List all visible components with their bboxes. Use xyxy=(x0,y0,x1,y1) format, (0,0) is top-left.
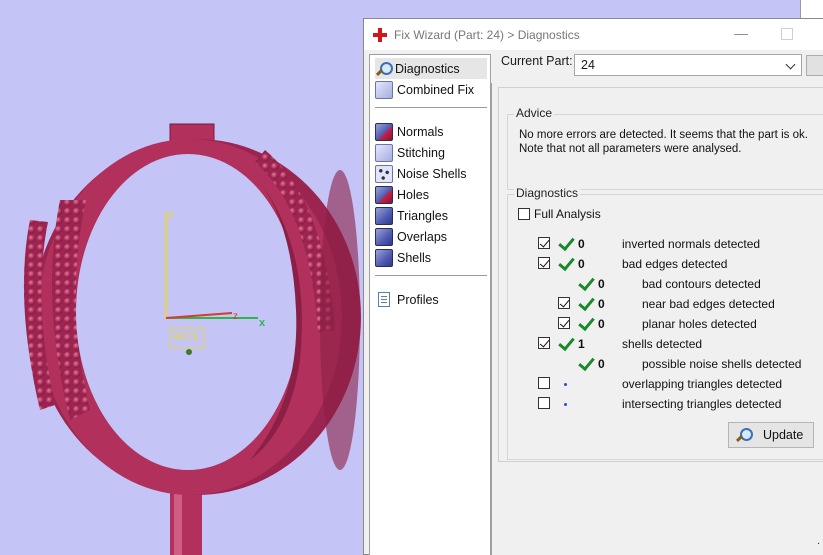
wizard-nav-panel: Diagnostics Combined Fix Normals Stitchi… xyxy=(369,54,491,555)
app-cross-icon xyxy=(373,27,387,42)
near-bad-edges-label: near bad edges detected xyxy=(642,297,775,311)
check-ok-icon xyxy=(576,316,594,332)
cube-light-icon xyxy=(375,80,393,99)
advice-title: Advice xyxy=(514,106,555,120)
shells-label: shells detected xyxy=(622,337,703,351)
magnifier-icon xyxy=(735,427,753,443)
nav-item-noise-shells[interactable]: Noise Shells xyxy=(375,163,487,184)
pending-dot-icon xyxy=(564,403,567,406)
nav-label: Diagnostics xyxy=(395,61,460,76)
check-ok-icon xyxy=(556,336,574,352)
nav-separator xyxy=(375,275,487,276)
advice-line: Note that not all parameters were analys… xyxy=(519,143,742,155)
bad-contours-label: bad contours detected xyxy=(642,277,761,291)
planar-holes-checkbox[interactable] xyxy=(558,317,570,329)
magnifier-icon xyxy=(375,61,393,77)
pending-dot-icon xyxy=(564,383,567,386)
check-ok-icon xyxy=(576,276,594,292)
nav-label: Shells xyxy=(397,250,432,265)
z-axis-label: z xyxy=(233,311,238,322)
nav-item-stitching[interactable]: Stitching xyxy=(375,142,487,163)
inverted-normals-label: inverted normals detected xyxy=(622,237,761,251)
nav-item-normals[interactable]: Normals xyxy=(375,121,487,142)
full-analysis-label: Full Analysis xyxy=(534,207,601,221)
nav-item-shells[interactable]: Shells xyxy=(375,247,487,268)
nav-label: Triangles xyxy=(397,208,448,223)
check-ok-icon xyxy=(556,256,574,272)
current-part-label: Current Part: xyxy=(501,54,573,68)
cube-icon xyxy=(375,143,393,162)
y-axis-label: y xyxy=(168,208,174,220)
bad-edges-label: bad edges detected xyxy=(622,257,728,271)
title-bar[interactable]: Fix Wizard (Part: 24) > Diagnostics — xyxy=(364,19,823,50)
cube-red-icon xyxy=(375,185,393,204)
cube-icon xyxy=(375,248,393,267)
nav-item-overlaps[interactable]: Overlaps xyxy=(375,226,487,247)
nav-item-combined-fix[interactable]: Combined Fix xyxy=(375,79,487,100)
planar-holes-count: 0 xyxy=(598,317,605,331)
noise-shells-label: possible noise shells detected xyxy=(642,357,802,371)
part-options-button[interactable] xyxy=(806,55,823,76)
advice-line: No more errors are detected. It seems th… xyxy=(519,129,808,141)
full-analysis-checkbox[interactable] xyxy=(518,208,530,220)
inverted-normals-count: 0 xyxy=(578,237,585,251)
inverted-normals-checkbox[interactable] xyxy=(538,237,550,249)
intersecting-triangles-checkbox[interactable] xyxy=(538,397,550,409)
x-axis-label: x xyxy=(259,317,266,329)
diagnostics-title: Diagnostics xyxy=(514,186,581,200)
update-button[interactable]: Update xyxy=(728,422,814,448)
edge-glyph: . xyxy=(817,535,821,547)
noise-shells-count: 0 xyxy=(598,357,605,371)
planar-holes-label: planar holes detected xyxy=(642,317,757,331)
dots-cube-icon xyxy=(375,164,393,183)
near-bad-edges-count: 0 xyxy=(598,297,605,311)
nav-item-triangles[interactable]: Triangles xyxy=(375,205,487,226)
nav-item-diagnostics[interactable]: Diagnostics xyxy=(375,58,487,79)
wcs-label: WCS xyxy=(173,331,199,343)
bad-edges-count: 0 xyxy=(578,257,585,271)
nav-label: Holes xyxy=(397,187,429,202)
check-ok-icon xyxy=(576,296,594,312)
check-ok-icon xyxy=(556,236,574,252)
nav-item-holes[interactable]: Holes xyxy=(375,184,487,205)
nav-label: Overlaps xyxy=(397,229,448,244)
current-part-select[interactable]: 24 xyxy=(574,54,802,76)
nav-item-profiles[interactable]: Profiles xyxy=(375,289,487,310)
shells-checkbox[interactable] xyxy=(538,337,550,349)
nav-label: Stitching xyxy=(397,145,445,160)
window-title: Fix Wizard (Part: 24) > Diagnostics xyxy=(394,27,580,42)
nav-separator xyxy=(375,107,487,108)
maximize-button[interactable] xyxy=(781,28,793,40)
current-part-value: 24 xyxy=(581,58,595,72)
update-label: Update xyxy=(763,428,804,442)
bad-contours-count: 0 xyxy=(598,277,605,291)
bad-edges-checkbox[interactable] xyxy=(538,257,550,269)
nav-label: Combined Fix xyxy=(397,82,475,97)
advice-text: No more errors are detected. It seems th… xyxy=(519,128,808,156)
overlapping-triangles-checkbox[interactable] xyxy=(538,377,550,389)
intersecting-triangles-label: intersecting triangles detected xyxy=(622,397,782,411)
document-icon xyxy=(378,292,390,307)
fix-wizard-window: Fix Wizard (Part: 24) > Diagnostics — Di… xyxy=(363,18,823,555)
minimize-button[interactable]: — xyxy=(730,25,752,43)
check-ok-icon xyxy=(576,356,594,372)
nav-label: Normals xyxy=(397,124,444,139)
cube-icon xyxy=(375,206,393,225)
shells-count: 1 xyxy=(578,337,585,351)
nav-label: Profiles xyxy=(397,292,439,307)
cube-icon xyxy=(375,227,393,246)
overlapping-triangles-label: overlapping triangles detected xyxy=(622,377,783,391)
chevron-down-icon xyxy=(785,59,796,70)
near-bad-edges-checkbox[interactable] xyxy=(558,297,570,309)
nav-label: Noise Shells xyxy=(397,166,467,181)
cube-red-icon xyxy=(375,122,393,141)
